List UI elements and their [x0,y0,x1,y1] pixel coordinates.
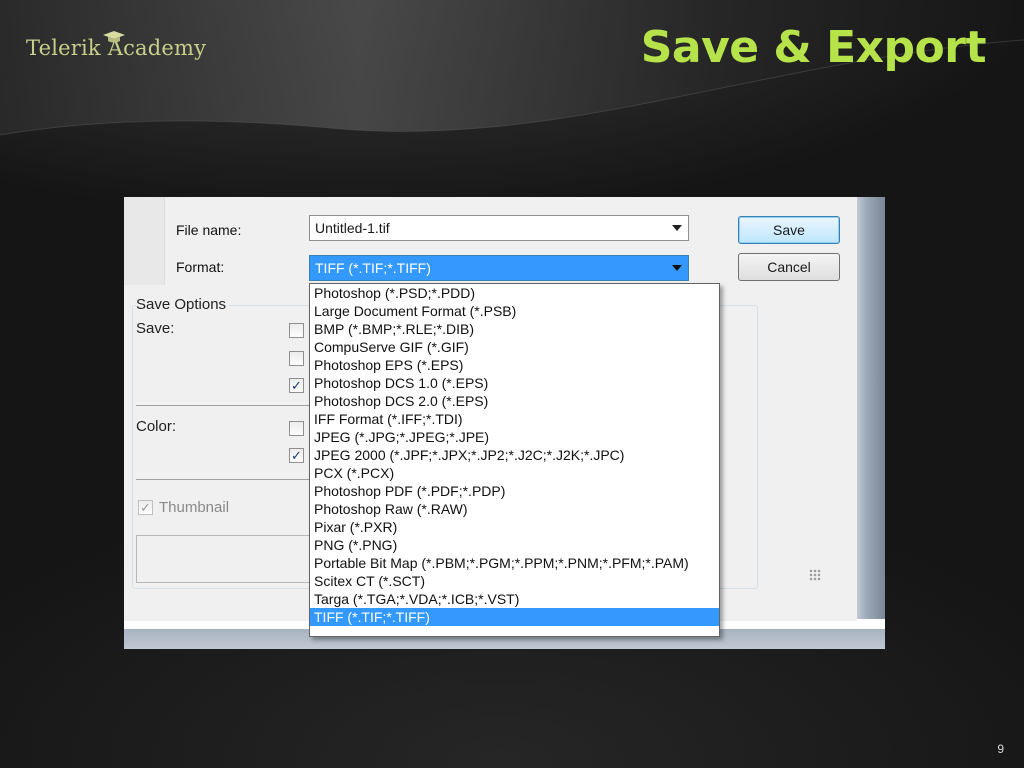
resize-grip-icon[interactable] [809,569,821,581]
dialog-frame-right [855,197,885,637]
format-option[interactable]: Photoshop Raw (*.RAW) [310,500,719,518]
save-checkbox-2[interactable] [289,351,304,366]
format-option[interactable]: Portable Bit Map (*.PBM;*.PGM;*.PPM;*.PN… [310,554,719,572]
save-options-label: Save Options [136,296,230,313]
format-option[interactable]: PCX (*.PCX) [310,464,719,482]
format-selected-value: TIFF (*.TIF;*.TIFF) [315,260,431,276]
save-button-label: Save [773,222,805,238]
format-option[interactable]: JPEG 2000 (*.JPF;*.JPX;*.JP2;*.J2C;*.J2K… [310,446,719,464]
format-option[interactable]: Photoshop DCS 2.0 (*.EPS) [310,392,719,410]
format-option[interactable]: Photoshop EPS (*.EPS) [310,356,719,374]
format-label: Format: [176,259,225,275]
format-dropdown-list[interactable]: Photoshop (*.PSD;*.PDD) Large Document Fo… [309,283,720,637]
navigation-pane [124,197,165,285]
file-name-input[interactable]: Untitled-1.tif [309,215,689,241]
page-number: 9 [997,742,1004,756]
save-button[interactable]: Save [738,216,840,244]
chevron-down-icon[interactable] [672,225,682,231]
file-name-label: File name: [176,222,242,238]
color-checkbox-1[interactable] [289,421,304,436]
save-checkbox-1[interactable] [289,323,304,338]
format-option[interactable]: PNG (*.PNG) [310,536,719,554]
format-option[interactable]: Targa (*.TGA;*.VDA;*.ICB;*.VST) [310,590,719,608]
thumbnail-label: Thumbnail [159,499,230,516]
format-option[interactable]: CompuServe GIF (*.GIF) [310,338,719,356]
cancel-button[interactable]: Cancel [738,253,840,281]
color-section-label: Color: [136,418,177,435]
cancel-button-label: Cancel [767,259,811,275]
save-section-label: Save: [136,320,175,337]
file-name-value: Untitled-1.tif [315,220,390,236]
format-option[interactable]: Pixar (*.PXR) [310,518,719,536]
chevron-down-icon[interactable] [672,265,682,271]
format-option[interactable]: BMP (*.BMP;*.RLE;*.DIB) [310,320,719,338]
format-option[interactable]: Photoshop (*.PSD;*.PDD) [310,284,719,302]
graduation-cap-icon [103,31,125,43]
format-option[interactable]: Large Document Format (*.PSB) [310,302,719,320]
format-option[interactable]: Photoshop PDF (*.PDF;*.PDP) [310,482,719,500]
format-option[interactable]: JPEG (*.JPG;*.JPEG;*.JPE) [310,428,719,446]
options-separator [136,405,311,406]
format-select[interactable]: TIFF (*.TIF;*.TIFF) [309,255,689,281]
color-checkbox-2[interactable]: ✓ [289,448,304,463]
format-option[interactable]: IFF Format (*.IFF;*.TDI) [310,410,719,428]
format-option[interactable]: TIFF (*.TIF;*.TIFF) [310,608,719,626]
options-separator [136,479,311,480]
format-option[interactable]: Scitex CT (*.SCT) [310,572,719,590]
format-option[interactable]: Photoshop DCS 1.0 (*.EPS) [310,374,719,392]
thumbnail-checkbox[interactable]: ✓ [138,500,153,515]
warning-textbox [136,535,313,583]
save-as-dialog-screenshot: File name: Untitled-1.tif Format: TIFF (… [124,197,885,649]
slide-title: Save & Export [640,22,987,73]
save-checkbox-3[interactable]: ✓ [289,378,304,393]
